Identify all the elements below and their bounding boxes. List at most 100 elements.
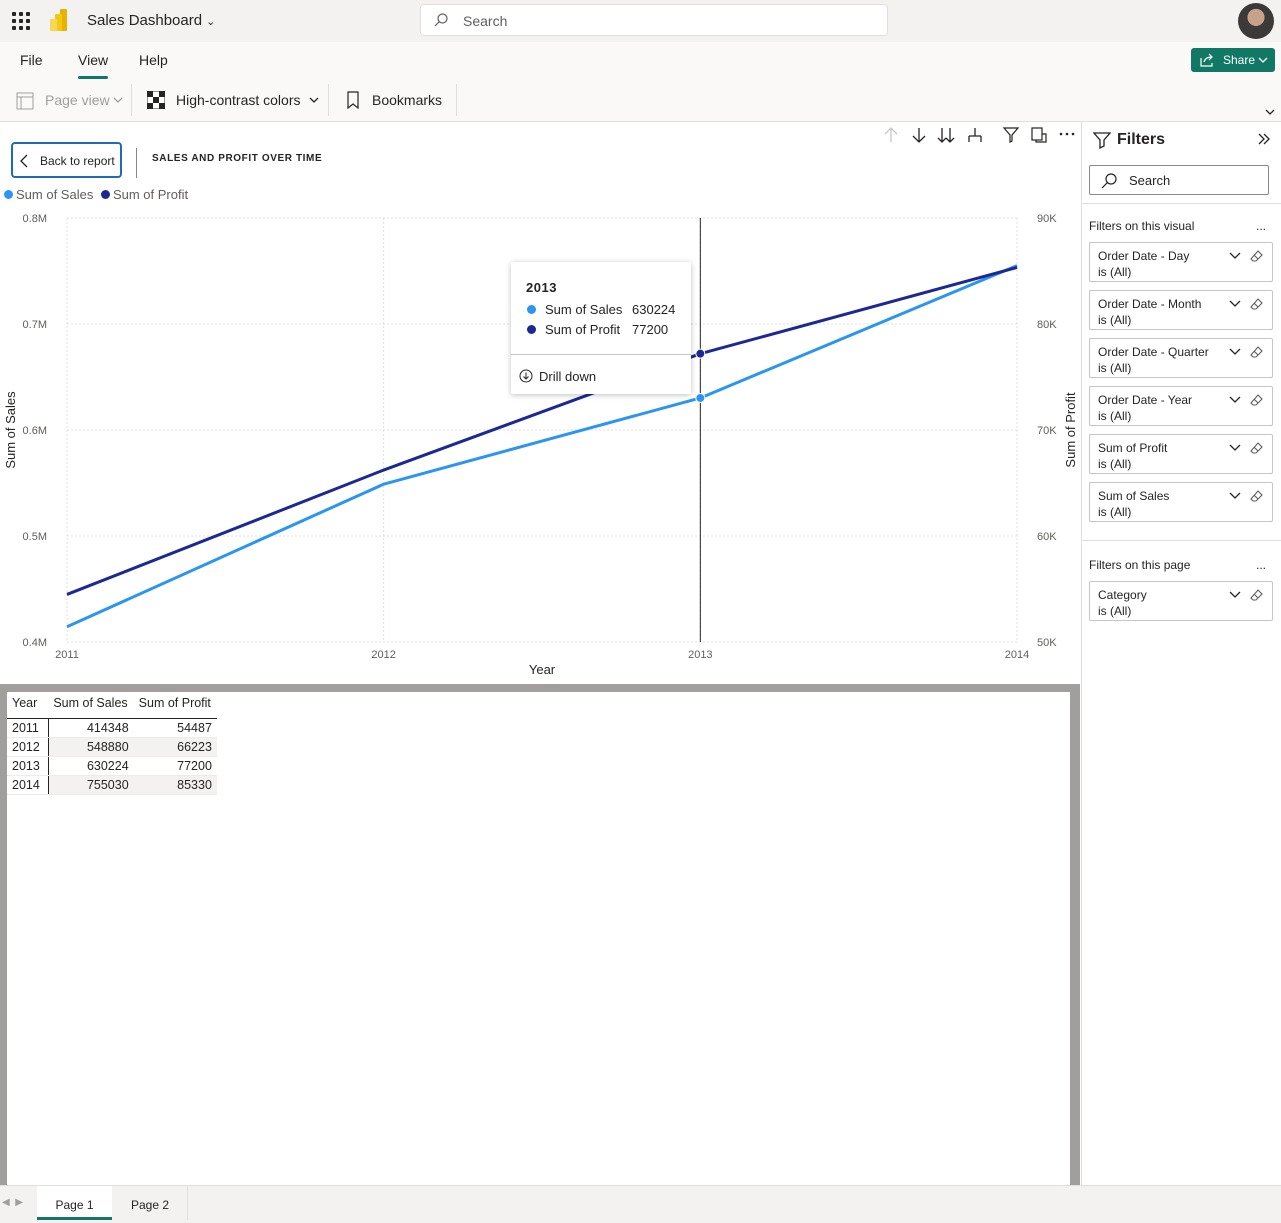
cell-year: 2012 [7, 737, 49, 757]
filter-card[interactable]: Sum of Sales is (All) [1089, 482, 1273, 522]
clear-filter-eraser-icon[interactable] [1250, 441, 1264, 455]
page-tab-bar [0, 1185, 1281, 1223]
expand-hierarchy-icon[interactable] [966, 124, 984, 146]
clear-filter-eraser-icon[interactable] [1250, 249, 1264, 263]
y-tick-label-right: 80K [1037, 319, 1057, 331]
table-row[interactable]: 2013 630224 77200 [7, 756, 217, 776]
filter-card[interactable]: Order Date - Year is (All) [1089, 386, 1273, 426]
drill-up-icon[interactable] [882, 124, 900, 146]
x-tick-label: 2011 [55, 649, 79, 661]
tooltip-value-profit: 77200 [632, 322, 669, 337]
chevron-left-icon [20, 154, 28, 168]
high-contrast-icon [147, 91, 165, 109]
clear-filter-eraser-icon[interactable] [1250, 588, 1264, 602]
back-to-report-button[interactable]: Back to report [11, 142, 122, 178]
y-tick-label-left: 0.5M [23, 531, 47, 543]
page-view-button[interactable]: Page view [45, 92, 110, 108]
chevron-down-icon[interactable] [1228, 250, 1242, 262]
drill-down-action[interactable]: Drill down [519, 369, 596, 384]
page-view-icon [16, 92, 34, 110]
clear-filter-eraser-icon[interactable] [1250, 489, 1264, 503]
tab-page-1[interactable]: Page 1 [37, 1186, 112, 1220]
filter-card[interactable]: Order Date - Month is (All) [1089, 290, 1273, 330]
expand-all-down-icon[interactable] [936, 124, 956, 146]
filter-name: Category [1098, 588, 1147, 602]
chevron-down-icon: ⌄ [206, 16, 216, 28]
table-row[interactable]: 2014 755030 85330 [7, 775, 217, 795]
search-placeholder: Search [463, 13, 508, 29]
report-title[interactable]: Sales Dashboard ⌄ [87, 12, 215, 29]
high-contrast-button[interactable]: High-contrast colors [176, 92, 301, 108]
bookmarks-button[interactable]: Bookmarks [372, 92, 442, 108]
filter-card[interactable]: Order Date - Quarter is (All) [1089, 338, 1273, 378]
x-axis-title: Year [529, 662, 556, 677]
chevron-down-icon[interactable] [1228, 490, 1242, 502]
clear-filter-eraser-icon[interactable] [1250, 297, 1264, 311]
ribbon-divider [456, 84, 457, 116]
filters-title: Filters [1117, 131, 1166, 148]
column-header-year[interactable]: Year [7, 694, 49, 719]
filter-value: is (All) [1098, 604, 1132, 618]
focus-mode-icon[interactable] [1030, 124, 1048, 146]
ribbon-divider [328, 84, 329, 116]
drill-down-label: Drill down [539, 369, 597, 384]
filters-visual-more-button[interactable]: ... [1256, 219, 1266, 233]
filter-name: Sum of Sales [1098, 489, 1170, 503]
column-header-sales[interactable]: Sum of Sales [48, 694, 134, 719]
x-tick-label: 2012 [371, 649, 395, 661]
report-title-text: Sales Dashboard [87, 12, 203, 29]
filters-page-more-button[interactable]: ... [1256, 558, 1266, 572]
menu-help[interactable]: Help [139, 52, 168, 68]
filter-value: is (All) [1098, 409, 1132, 423]
tooltip-swatch-profit [527, 325, 536, 334]
filter-name: Order Date - Quarter [1098, 345, 1209, 359]
highlight-point-profit [695, 348, 706, 359]
menu-view[interactable]: View [78, 52, 108, 68]
filter-card[interactable]: Category is (All) [1089, 581, 1273, 621]
chevron-down-icon[interactable] [1228, 298, 1242, 310]
cell-year: 2013 [7, 756, 49, 776]
visual-title: SALES AND PROFIT OVER TIME [152, 153, 323, 164]
page-nav-arrows[interactable]: ◀ ▶ [2, 1197, 23, 1208]
tooltip-row-sales: Sum of Sales 630224 [527, 302, 675, 317]
chevron-down-icon[interactable] [1228, 346, 1242, 358]
share-button[interactable]: Share [1191, 48, 1275, 72]
filter-name: Sum of Profit [1098, 441, 1168, 455]
highlight-point-sales [695, 392, 706, 403]
power-bi-logo [50, 9, 67, 31]
filter-name: Order Date - Day [1098, 249, 1190, 263]
chevron-down-icon[interactable] [1228, 589, 1242, 601]
y-tick-label-right: 60K [1037, 531, 1057, 543]
collapse-ribbon-chevron-icon[interactable] [1264, 106, 1276, 118]
drill-down-icon[interactable] [910, 124, 928, 146]
y-tick-label-left: 0.4M [23, 637, 47, 649]
table-row[interactable]: 2011 414348 54487 [7, 718, 217, 738]
cell-profit: 66223 [133, 737, 217, 757]
tooltip-value-sales: 630224 [632, 302, 676, 317]
filters-search-input[interactable]: Search [1089, 165, 1269, 195]
visual-header-divider [136, 148, 137, 178]
cell-sales: 755030 [48, 775, 134, 795]
menu-file[interactable]: File [20, 52, 43, 68]
avatar[interactable] [1238, 3, 1274, 39]
share-icon [1200, 53, 1213, 67]
app-launcher-icon[interactable] [12, 12, 30, 30]
global-search-input[interactable]: Search [420, 4, 888, 36]
table-row[interactable]: 2012 548880 66223 [7, 737, 217, 757]
filter-card[interactable]: Order Date - Day is (All) [1089, 242, 1273, 282]
menu-bar: File View Help [0, 42, 1281, 80]
filter-icon[interactable] [1002, 124, 1020, 146]
chevron-down-icon[interactable] [1228, 442, 1242, 454]
active-menu-indicator [78, 76, 108, 79]
clear-filter-eraser-icon[interactable] [1250, 393, 1264, 407]
more-options-icon[interactable] [1058, 124, 1076, 146]
column-header-profit[interactable]: Sum of Profit [133, 694, 217, 719]
y-tick-label-left: 0.7M [23, 319, 47, 331]
chevron-down-icon[interactable] [1228, 394, 1242, 406]
filter-name: Order Date - Month [1098, 297, 1202, 311]
clear-filter-eraser-icon[interactable] [1250, 345, 1264, 359]
filter-card[interactable]: Sum of Profit is (All) [1089, 434, 1273, 474]
collapse-pane-icon[interactable] [1257, 132, 1271, 146]
tab-page-2[interactable]: Page 2 [113, 1186, 188, 1220]
chart-tooltip: 2013 Sum of Sales 630224 Sum of Profit 7… [511, 262, 691, 394]
